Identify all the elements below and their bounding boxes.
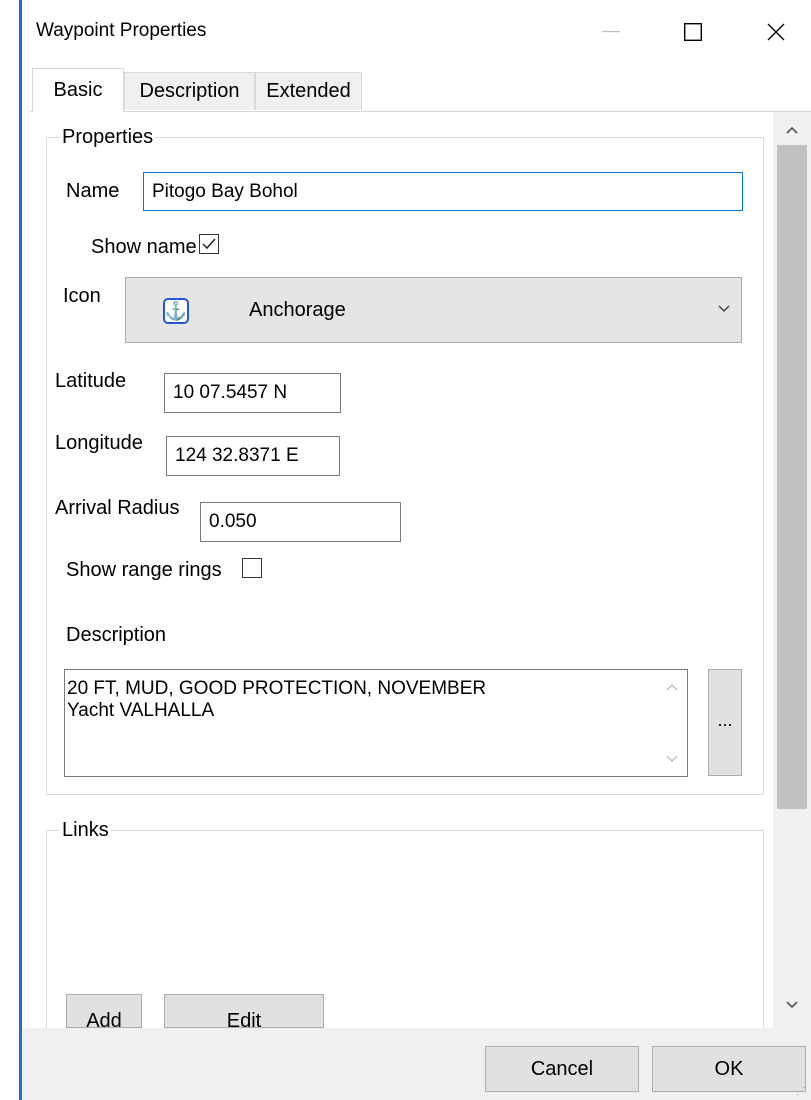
links-group [46,830,764,1028]
textarea-scroll-down-icon[interactable] [666,750,678,766]
add-link-label: Add [86,1010,122,1028]
tab-extended[interactable]: Extended [255,72,362,110]
maximize-icon [684,23,702,41]
resize-grip-icon[interactable]: ⋰ [796,1086,806,1097]
window-title: Waypoint Properties [36,20,207,41]
name-label: Name [66,180,120,202]
close-icon [767,23,785,41]
show-name-checkbox[interactable] [199,234,219,254]
scrollbar-thumb[interactable] [777,145,807,809]
show-range-rings-label: Show range rings [66,559,222,581]
edit-link-label: Edit [226,1010,262,1028]
textarea-scroll-up-icon[interactable] [666,678,678,694]
scroll-up-button[interactable] [773,115,811,145]
checkmark-icon [202,238,216,250]
icon-label: Icon [63,285,101,307]
close-button[interactable] [745,6,807,58]
add-link-button[interactable]: Add [66,994,142,1028]
tab-description[interactable]: Description [124,72,255,110]
longitude-field[interactable]: 124 32.8371 E [166,436,340,476]
icon-selected-value: Anchorage [249,299,346,321]
description-more-button[interactable]: ... [708,669,742,776]
links-legend: Links [60,819,111,842]
show-name-label: Show name [91,236,197,258]
anchor-icon: ⚓ [163,298,189,324]
minimize-button[interactable] [580,6,642,58]
scroll-down-button[interactable] [773,990,811,1020]
tab-basic[interactable]: Basic [32,68,124,112]
edit-link-button[interactable]: Edit [164,994,324,1028]
description-text: 20 FT, MUD, GOOD PROTECTION, NOVEMBER Ya… [67,678,487,721]
chevron-down-icon [718,300,730,318]
arrival-radius-label: Arrival Radius [55,497,180,519]
chevron-up-icon [786,126,798,134]
minimize-icon [602,31,620,33]
description-label: Description [66,624,167,646]
cancel-button[interactable]: Cancel [485,1046,639,1092]
name-field[interactable]: Pitogo Bay Bohol [143,172,743,211]
ok-button[interactable]: OK [652,1046,806,1092]
latitude-field[interactable]: 10 07.5457 N [164,373,341,413]
properties-legend: Properties [60,126,156,149]
icon-dropdown[interactable] [125,277,742,343]
show-range-rings-checkbox[interactable] [242,558,262,578]
chevron-down-icon [786,1001,798,1009]
arrival-radius-field[interactable]: 0.050 [200,502,401,542]
maximize-button[interactable] [662,6,724,58]
latitude-label: Latitude [55,370,127,392]
longitude-label: Longitude [55,432,143,454]
